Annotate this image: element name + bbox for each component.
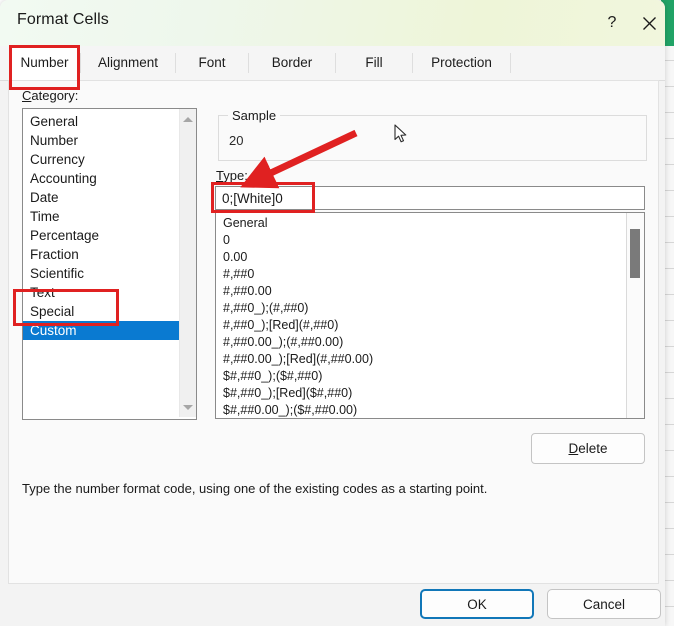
category-item[interactable]: Custom xyxy=(23,321,180,340)
type-label: Type: xyxy=(216,168,248,183)
category-item[interactable]: Time xyxy=(23,207,180,226)
tab-font[interactable]: Font xyxy=(176,46,248,79)
format-code-item-container: General 0 0.00 #,##0 #,##0.00 #,##0_);(#,##0)… xyxy=(216,215,626,418)
dialog-titlebar: Format Cells ? xyxy=(0,0,665,46)
format-code-item[interactable]: #,##0.00 xyxy=(216,283,626,300)
category-item[interactable]: Currency xyxy=(23,150,180,169)
format-code-item[interactable]: $#,##0_);($#,##0) xyxy=(216,368,626,385)
format-code-listbox[interactable]: General 0 0.00 #,##0 #,##0.00 #,##0_);(#,##0)… xyxy=(215,212,645,419)
sample-legend: Sample xyxy=(228,108,281,123)
format-code-item[interactable]: $#,##0_);[Red]($#,##0) xyxy=(216,385,626,402)
category-label: Category: xyxy=(22,88,79,103)
category-item[interactable]: Text xyxy=(23,283,180,302)
tab-border[interactable]: Border xyxy=(249,46,335,79)
sample-groupbox xyxy=(218,115,647,161)
format-code-item[interactable]: #,##0_);[Red](#,##0) xyxy=(216,317,626,334)
format-code-item[interactable]: 0 xyxy=(216,232,626,249)
triangle-down-icon[interactable] xyxy=(180,399,196,415)
format-code-item[interactable]: General xyxy=(216,215,626,232)
dialog-title: Format Cells xyxy=(17,11,109,28)
type-input[interactable] xyxy=(215,186,645,210)
cancel-button[interactable]: Cancel xyxy=(547,589,661,619)
category-listbox[interactable]: General Number Currency Accounting Date Time P… xyxy=(22,108,197,420)
category-item[interactable]: Date xyxy=(23,188,180,207)
mouse-cursor-icon xyxy=(394,124,407,143)
tab-alignment[interactable]: Alignment xyxy=(81,46,175,79)
screen: Format Cells ? Number Alignment Font Bor… xyxy=(0,0,674,626)
format-code-item[interactable]: 0.00 xyxy=(216,249,626,266)
sample-value: 20 xyxy=(229,133,244,148)
format-cells-dialog: Format Cells ? Number Alignment Font Bor… xyxy=(0,0,665,626)
hint-text: Type the number format code, using one o… xyxy=(22,481,488,496)
category-item[interactable]: Percentage xyxy=(23,226,180,245)
format-code-item[interactable]: #,##0.00_);(#,##0.00) xyxy=(216,334,626,351)
category-item-container: General Number Currency Accounting Date Time P… xyxy=(23,112,180,340)
format-code-item[interactable]: #,##0_);(#,##0) xyxy=(216,300,626,317)
category-item[interactable]: Fraction xyxy=(23,245,180,264)
format-code-item[interactable]: #,##0 xyxy=(216,266,626,283)
scrollbar-thumb[interactable] xyxy=(630,229,640,278)
format-code-item[interactable]: #,##0.00_);[Red](#,##0.00) xyxy=(216,351,626,368)
close-icon[interactable] xyxy=(632,8,665,38)
help-icon[interactable]: ? xyxy=(595,8,629,38)
ok-button[interactable]: OK xyxy=(420,589,534,619)
category-item[interactable]: Number xyxy=(23,131,180,150)
category-item[interactable]: Scientific xyxy=(23,264,180,283)
tab-fill[interactable]: Fill xyxy=(336,46,412,79)
delete-button[interactable]: Delete xyxy=(531,433,645,464)
triangle-up-icon[interactable] xyxy=(180,111,196,127)
tab-number[interactable]: Number xyxy=(9,46,80,80)
category-scrollbar[interactable] xyxy=(179,109,196,417)
format-code-item[interactable]: $#,##0.00_);($#,##0.00) xyxy=(216,402,626,418)
format-code-scrollbar[interactable] xyxy=(626,213,644,418)
category-item[interactable]: Special xyxy=(23,302,180,321)
tab-strip: Number Alignment Font Border Fill Protec… xyxy=(0,46,665,81)
tab-protection[interactable]: Protection xyxy=(413,46,510,79)
category-item[interactable]: General xyxy=(23,112,180,131)
category-item[interactable]: Accounting xyxy=(23,169,180,188)
